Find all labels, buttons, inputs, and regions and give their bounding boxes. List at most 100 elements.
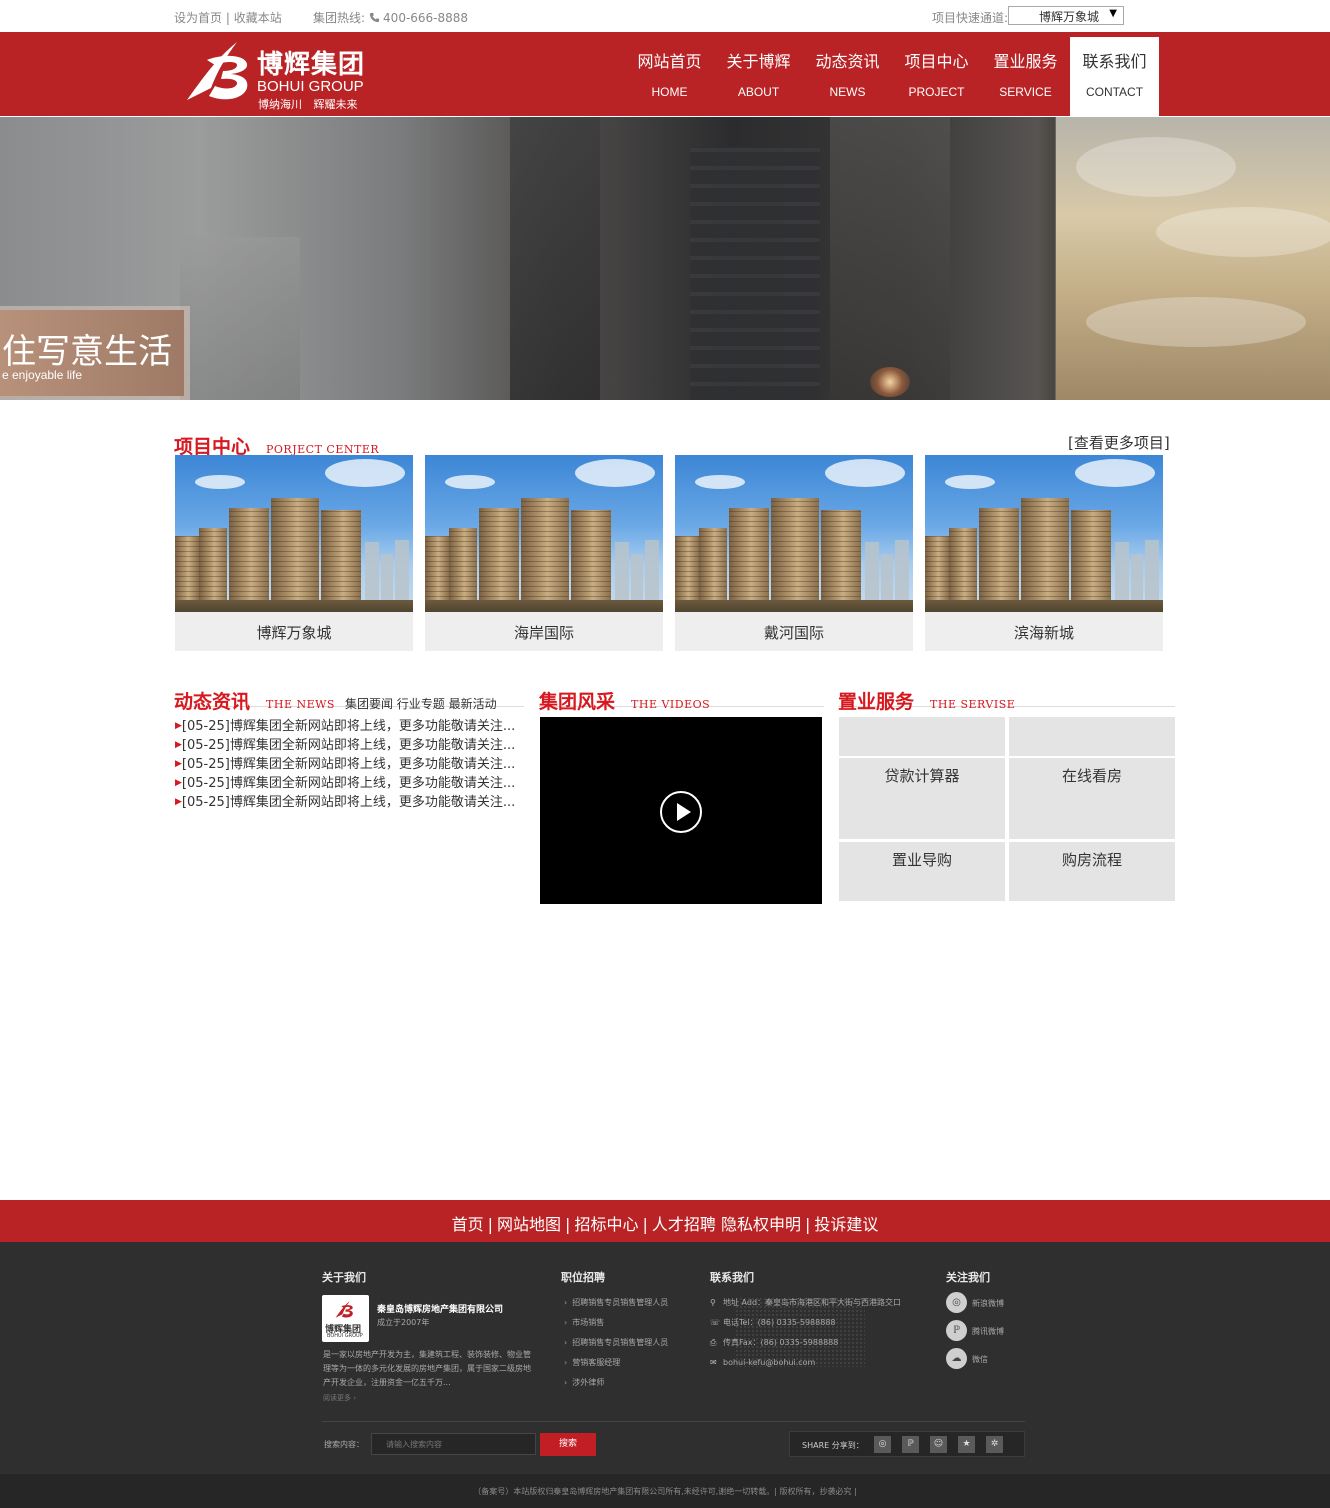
- project-name: 滨海新城: [1013, 624, 1074, 642]
- nav-label-en: SERVICE: [999, 85, 1052, 99]
- play-icon[interactable]: [660, 791, 702, 833]
- header: 博辉集团 BOHUI GROUP 博纳海川 辉耀未来 网站首页 HOME 关于博辉…: [0, 32, 1330, 116]
- news-item[interactable]: ▶[05-25]博辉集团全新网站即将上线，更多功能敬请关注...: [175, 793, 520, 812]
- footer-link-sitemap[interactable]: 网站地图: [497, 1215, 561, 1234]
- service-label: 贷款计算器: [884, 767, 960, 785]
- location-pin-icon: ⚲: [710, 1298, 716, 1307]
- nav-label-cn: 置业服务: [993, 52, 1058, 71]
- top-bar: 设为首页 | 收藏本站 集团热线: 400-666-8888 项目快速通道: 博辉…: [0, 0, 1330, 32]
- nav-contact[interactable]: 联系我们 CONTACT: [1070, 37, 1159, 116]
- footer-link-complaints[interactable]: 投诉建议: [814, 1215, 878, 1234]
- share-qzone-icon[interactable]: ✲: [986, 1436, 1003, 1453]
- nav-project[interactable]: 项目中心 PROJECT: [892, 37, 981, 116]
- nav-news[interactable]: 动态资讯 NEWS: [803, 37, 892, 116]
- about-title: 关于我们: [322, 1271, 366, 1284]
- news-item[interactable]: ▶[05-25]博辉集团全新网站即将上线，更多功能敬请关注...: [175, 736, 520, 755]
- chevron-right-icon: ›: [564, 1358, 568, 1367]
- banner-caption-en: e enjoyable life: [2, 368, 83, 382]
- job-item-text: 市场销售: [572, 1318, 605, 1327]
- main-nav: 网站首页 HOME 关于博辉 ABOUT 动态资讯 NEWS 项目中心 PROJECT …: [625, 37, 1159, 116]
- service-buying-guide[interactable]: 置业导购: [839, 842, 1005, 901]
- job-item-text: 营销客服经理: [572, 1358, 621, 1367]
- footer-link-privacy[interactable]: 隐私权申明: [721, 1215, 801, 1234]
- more-projects-link[interactable]: [查看更多项目]: [1068, 432, 1170, 453]
- project-card[interactable]: 海岸国际: [425, 455, 663, 651]
- footer-divider: [322, 1421, 1025, 1422]
- read-more-link[interactable]: 阅读更多 ›: [323, 1393, 356, 1403]
- share-weibo-icon[interactable]: ◎: [874, 1436, 891, 1453]
- share-favorite-icon[interactable]: ★: [958, 1436, 975, 1453]
- banner-sky: [1056, 117, 1330, 400]
- project-image: [425, 455, 663, 612]
- bullet-icon: ▶: [175, 759, 182, 769]
- contact-email: ✉ bohui-kefu@bohui.com: [710, 1353, 901, 1373]
- nav-service[interactable]: 置业服务 SERVICE: [981, 37, 1070, 116]
- hotline-number: 400-666-8888: [383, 11, 469, 25]
- project-card[interactable]: 滨海新城: [925, 455, 1163, 651]
- footer-nav-links: 首页 | 网站地图 | 招标中心 | 人才招聘 隐私权申明 | 投诉建议: [451, 1215, 879, 1234]
- contact-info: ⚲ 地址 Add：秦皇岛市海港区和平大街与西港路交口 ☏ 电话Tel：(86) 03…: [710, 1293, 901, 1373]
- banner-caption: 住写意生活 e enjoyable life: [0, 306, 190, 400]
- search-label: 搜索内容：: [324, 1440, 364, 1449]
- company-established: 成立于2007年: [377, 1318, 430, 1327]
- search-input[interactable]: 请输入搜索内容: [371, 1433, 536, 1455]
- follow-label: 微信: [972, 1355, 988, 1364]
- job-item-text: 招聘销售专员销售管理人员: [572, 1298, 669, 1307]
- quick-label: 项目快速通道:: [932, 11, 1009, 25]
- service-title-en: THE SERVISE: [930, 698, 1016, 711]
- share-label: SHARE 分享到：: [802, 1441, 864, 1450]
- nav-about[interactable]: 关于博辉 ABOUT: [714, 37, 803, 116]
- service-purchase-process[interactable]: 购房流程: [1009, 842, 1175, 901]
- nav-home[interactable]: 网站首页 HOME: [625, 37, 714, 116]
- job-item[interactable]: › 市场销售: [564, 1313, 668, 1333]
- follow-label: 新浪微博: [972, 1299, 1004, 1308]
- nav-label-cn: 网站首页: [637, 52, 702, 71]
- nav-label-cn: 关于博辉: [726, 52, 791, 71]
- service-online-viewing[interactable]: 在线看房: [1009, 758, 1175, 839]
- bullet-icon: ▶: [175, 797, 182, 807]
- project-image: [675, 455, 913, 612]
- video-player[interactable]: [540, 717, 822, 904]
- footer-logo: 博辉集团 BOHUI GROUP: [322, 1295, 369, 1342]
- job-item[interactable]: › 招聘销售专员销售管理人员: [564, 1293, 668, 1313]
- share-tencent-icon[interactable]: ℙ: [902, 1436, 919, 1453]
- project-card[interactable]: 戴河国际: [675, 455, 913, 651]
- job-item-text: 涉外律师: [572, 1378, 605, 1387]
- logo-en: BOHUI GROUP: [257, 78, 364, 95]
- news-item-text: [05-25]博辉集团全新网站即将上线，更多功能敬请关注...: [181, 719, 516, 734]
- contact-fax-text: 传真Fax：(86) 0335-5988888: [723, 1338, 839, 1347]
- footer-link-jobs[interactable]: 人才招聘: [652, 1215, 716, 1234]
- tencent-weibo-icon: ℙ: [946, 1320, 967, 1341]
- hero-banner[interactable]: 住写意生活 e enjoyable life: [0, 117, 1330, 400]
- project-image: [175, 455, 413, 612]
- job-item[interactable]: › 招聘销售专员销售管理人员: [564, 1333, 668, 1353]
- news-item[interactable]: ▶[05-25]博辉集团全新网站即将上线，更多功能敬请关注...: [175, 755, 520, 774]
- job-item[interactable]: › 营销客服经理: [564, 1353, 668, 1373]
- contact-email-text[interactable]: bohui-kefu@bohui.com: [723, 1358, 815, 1367]
- search-button[interactable]: 搜索: [540, 1433, 596, 1456]
- service-loan-calculator[interactable]: 贷款计算器: [839, 758, 1005, 839]
- nav-label-cn: 项目中心: [904, 52, 969, 71]
- news-item[interactable]: ▶[05-25]博辉集团全新网站即将上线，更多功能敬请关注...: [175, 774, 520, 793]
- banner-light: [870, 367, 910, 397]
- project-card[interactable]: 博辉万象城: [175, 455, 413, 651]
- service-label: 置业导购: [891, 851, 952, 869]
- job-item[interactable]: › 涉外律师: [564, 1373, 668, 1393]
- footer-link-bidding[interactable]: 招标中心: [574, 1215, 638, 1234]
- logo-slogan: 博纳海川 辉耀未来: [258, 98, 358, 111]
- logo[interactable]: 博辉集团 BOHUI GROUP 博纳海川 辉耀未来: [185, 38, 385, 111]
- banner-building: [180, 237, 300, 400]
- contact-tel-text: 电话Tel：(86) 0335-5988888: [723, 1318, 836, 1327]
- news-item[interactable]: ▶[05-25]博辉集团全新网站即将上线，更多功能敬请关注...: [175, 717, 520, 736]
- bookmark-link[interactable]: 收藏本站: [234, 11, 282, 25]
- project-quick-select[interactable]: 博辉万象城 ▼: [1008, 6, 1124, 25]
- share-qq-icon[interactable]: ☺: [930, 1436, 947, 1453]
- footer-link-home[interactable]: 首页: [452, 1215, 484, 1234]
- set-home-link[interactable]: 设为首页: [174, 11, 222, 25]
- banner-building: [690, 147, 820, 400]
- nav-label-en: HOME: [651, 85, 688, 99]
- news-tabs[interactable]: 集团要闻 行业专题 最新活动: [345, 697, 497, 711]
- service-label: 在线看房: [1061, 767, 1122, 785]
- news-item-text: [05-25]博辉集团全新网站即将上线，更多功能敬请关注...: [181, 757, 516, 772]
- projects-grid: 博辉万象城 海岸国际 戴河国际 滨海新城: [175, 455, 1165, 651]
